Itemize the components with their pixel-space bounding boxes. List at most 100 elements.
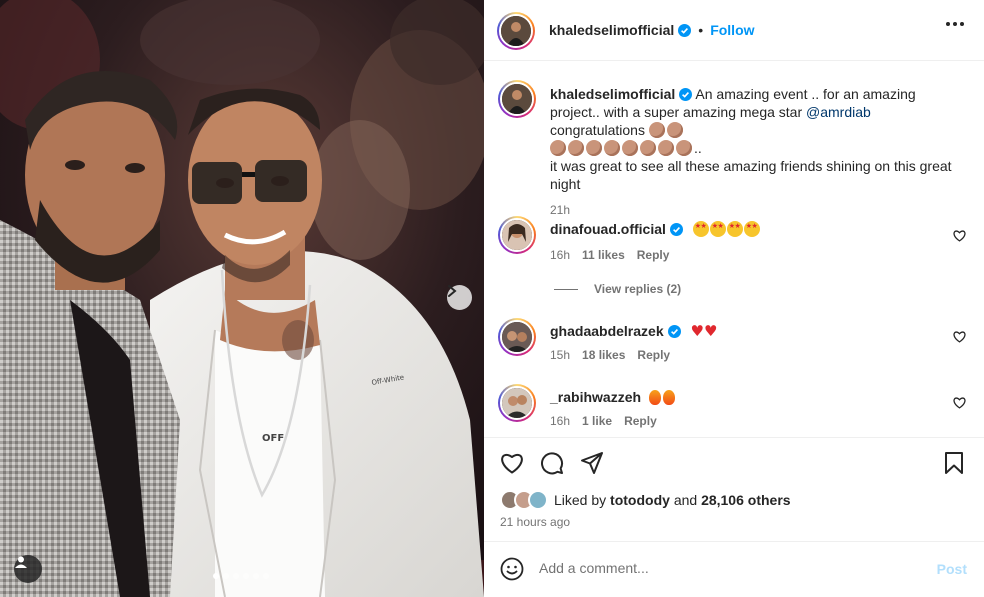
comment-meta: 15h 18 likes Reply: [550, 348, 670, 362]
like-heart-icon[interactable]: [500, 452, 524, 474]
comment-meta: 16h 11 likes Reply: [550, 248, 669, 262]
post-actions: Liked by totodody and 28,106 others 21 h…: [484, 437, 984, 541]
comment-body: dinafouad.official: [550, 220, 761, 238]
commenter-avatar[interactable]: [498, 216, 536, 254]
red-heart-emoji: ♥: [703, 322, 718, 340]
red-heart-emojis: ♥♥: [690, 322, 718, 340]
comment-time[interactable]: 16h: [550, 414, 570, 428]
liked-by-user[interactable]: totodody: [610, 492, 670, 508]
author-avatar[interactable]: [497, 12, 535, 50]
comment-bubble-icon[interactable]: [540, 451, 564, 475]
comment-time[interactable]: 16h: [550, 248, 570, 262]
carousel-indicator: [213, 573, 269, 579]
commenter-username[interactable]: ghadaabdelrazek: [550, 323, 664, 339]
clapping-hands-emoji: [568, 140, 584, 156]
clapping-hands-emoji: [604, 140, 620, 156]
emoji-smiley-icon[interactable]: [500, 557, 524, 581]
liker-avatar[interactable]: [528, 490, 548, 510]
clapping-hands-emoji: [648, 122, 665, 138]
view-replies-button[interactable]: View replies (2): [554, 282, 681, 296]
carousel-dot: [213, 573, 219, 579]
likes-count[interactable]: 28,106 others: [701, 492, 791, 508]
comment-likes[interactable]: 1 like: [582, 414, 612, 428]
carousel-dot: [223, 573, 229, 579]
fire-emojis: [648, 389, 677, 405]
fire-emoji: [662, 390, 675, 405]
save-bookmark-icon[interactable]: [944, 451, 964, 475]
more-dot: [960, 22, 964, 26]
view-replies-line: [554, 288, 578, 290]
comment-meta: 16h 1 like Reply: [550, 414, 657, 428]
star-struck-emoji: [726, 221, 743, 237]
add-comment-bar: Post: [484, 541, 984, 597]
reply-button[interactable]: Reply: [637, 348, 670, 362]
carousel-dot: [263, 573, 269, 579]
clapping-hands-emoji: [586, 140, 602, 156]
carousel-next-button[interactable]: [447, 285, 472, 310]
comment-likes[interactable]: 18 likes: [582, 348, 625, 362]
comment-input[interactable]: [539, 560, 919, 576]
clapping-hands-emoji: [640, 140, 656, 156]
view-replies-label: View replies (2): [594, 282, 682, 296]
post-comment-button[interactable]: Post: [937, 561, 967, 577]
reply-button[interactable]: Reply: [637, 248, 670, 262]
liked-by-prefix: Liked by: [554, 492, 607, 508]
comment-time[interactable]: 15h: [550, 348, 570, 362]
post-photo: OFF Off-White: [0, 0, 484, 597]
clapping-hands-emoji: [666, 122, 683, 138]
post-header: khaledselimofficial • Follow: [484, 0, 984, 61]
post-photo-illustration: OFF Off-White: [0, 0, 484, 597]
svg-text:OFF: OFF: [262, 433, 284, 444]
caption-time[interactable]: 21h: [550, 201, 966, 219]
commenter-avatar[interactable]: [498, 318, 536, 356]
reply-button[interactable]: Reply: [624, 414, 657, 428]
chevron-right-icon: [448, 285, 457, 297]
author-username[interactable]: khaledselimofficial: [549, 22, 674, 38]
clapping-hands-emoji: [622, 140, 638, 156]
star-struck-emoji: [743, 221, 760, 237]
avatar-image: [502, 322, 532, 352]
commenter-username[interactable]: _rabihwazzeh: [550, 389, 641, 405]
heart-outline-icon[interactable]: [953, 230, 966, 242]
fire-emoji: [648, 390, 661, 405]
post-details-panel: khaledselimofficial • Follow khaledselim…: [484, 0, 984, 597]
verified-badge-icon: [678, 23, 692, 37]
likes-summary: Liked by totodody and 28,106 others: [500, 490, 791, 510]
caption-avatar[interactable]: [498, 80, 536, 118]
liker-avatars: [500, 490, 552, 510]
verified-badge-icon: [667, 325, 681, 338]
avatar-image: [501, 16, 531, 46]
star-struck-emoji: [709, 221, 726, 237]
carousel-dot: [243, 573, 249, 579]
commenter-avatar[interactable]: [498, 384, 536, 422]
caption-body-3: ..: [694, 140, 702, 156]
avatar-image: [502, 220, 532, 250]
comment-body: ghadaabdelrazek ♥♥: [550, 322, 717, 340]
more-options-button[interactable]: [946, 22, 964, 26]
separator-dot: •: [698, 22, 704, 38]
caption-username[interactable]: khaledselimofficial: [550, 86, 675, 102]
post-timestamp[interactable]: 21 hours ago: [500, 515, 570, 529]
caption-body-2: congratulations: [550, 122, 645, 138]
avatar-image: [502, 388, 532, 418]
red-heart-emoji: ♥: [690, 322, 704, 340]
verified-badge-icon: [679, 88, 693, 101]
caption-text: khaledselimofficial An amazing event .. …: [550, 85, 966, 219]
clapping-hands-emoji: [676, 140, 692, 156]
more-dot: [953, 22, 957, 26]
commenter-username[interactable]: dinafouad.official: [550, 221, 666, 237]
follow-button[interactable]: Follow: [710, 22, 754, 38]
carousel-dot: [233, 573, 239, 579]
comment-body: _rabihwazzeh: [550, 388, 677, 406]
user-icon: [15, 556, 27, 568]
heart-outline-icon[interactable]: [953, 331, 966, 343]
share-send-icon[interactable]: [580, 451, 604, 475]
comment-likes[interactable]: 11 likes: [582, 248, 625, 262]
mention-link[interactable]: @amrdiab: [806, 104, 871, 120]
heart-outline-icon[interactable]: [953, 397, 966, 409]
caption-body-4: it was great to see all these amazing fr…: [550, 158, 952, 192]
star-struck-emojis: [692, 221, 761, 237]
star-struck-emoji: [692, 221, 709, 237]
tagged-people-button[interactable]: [14, 555, 42, 583]
verified-badge-icon: [669, 223, 683, 236]
